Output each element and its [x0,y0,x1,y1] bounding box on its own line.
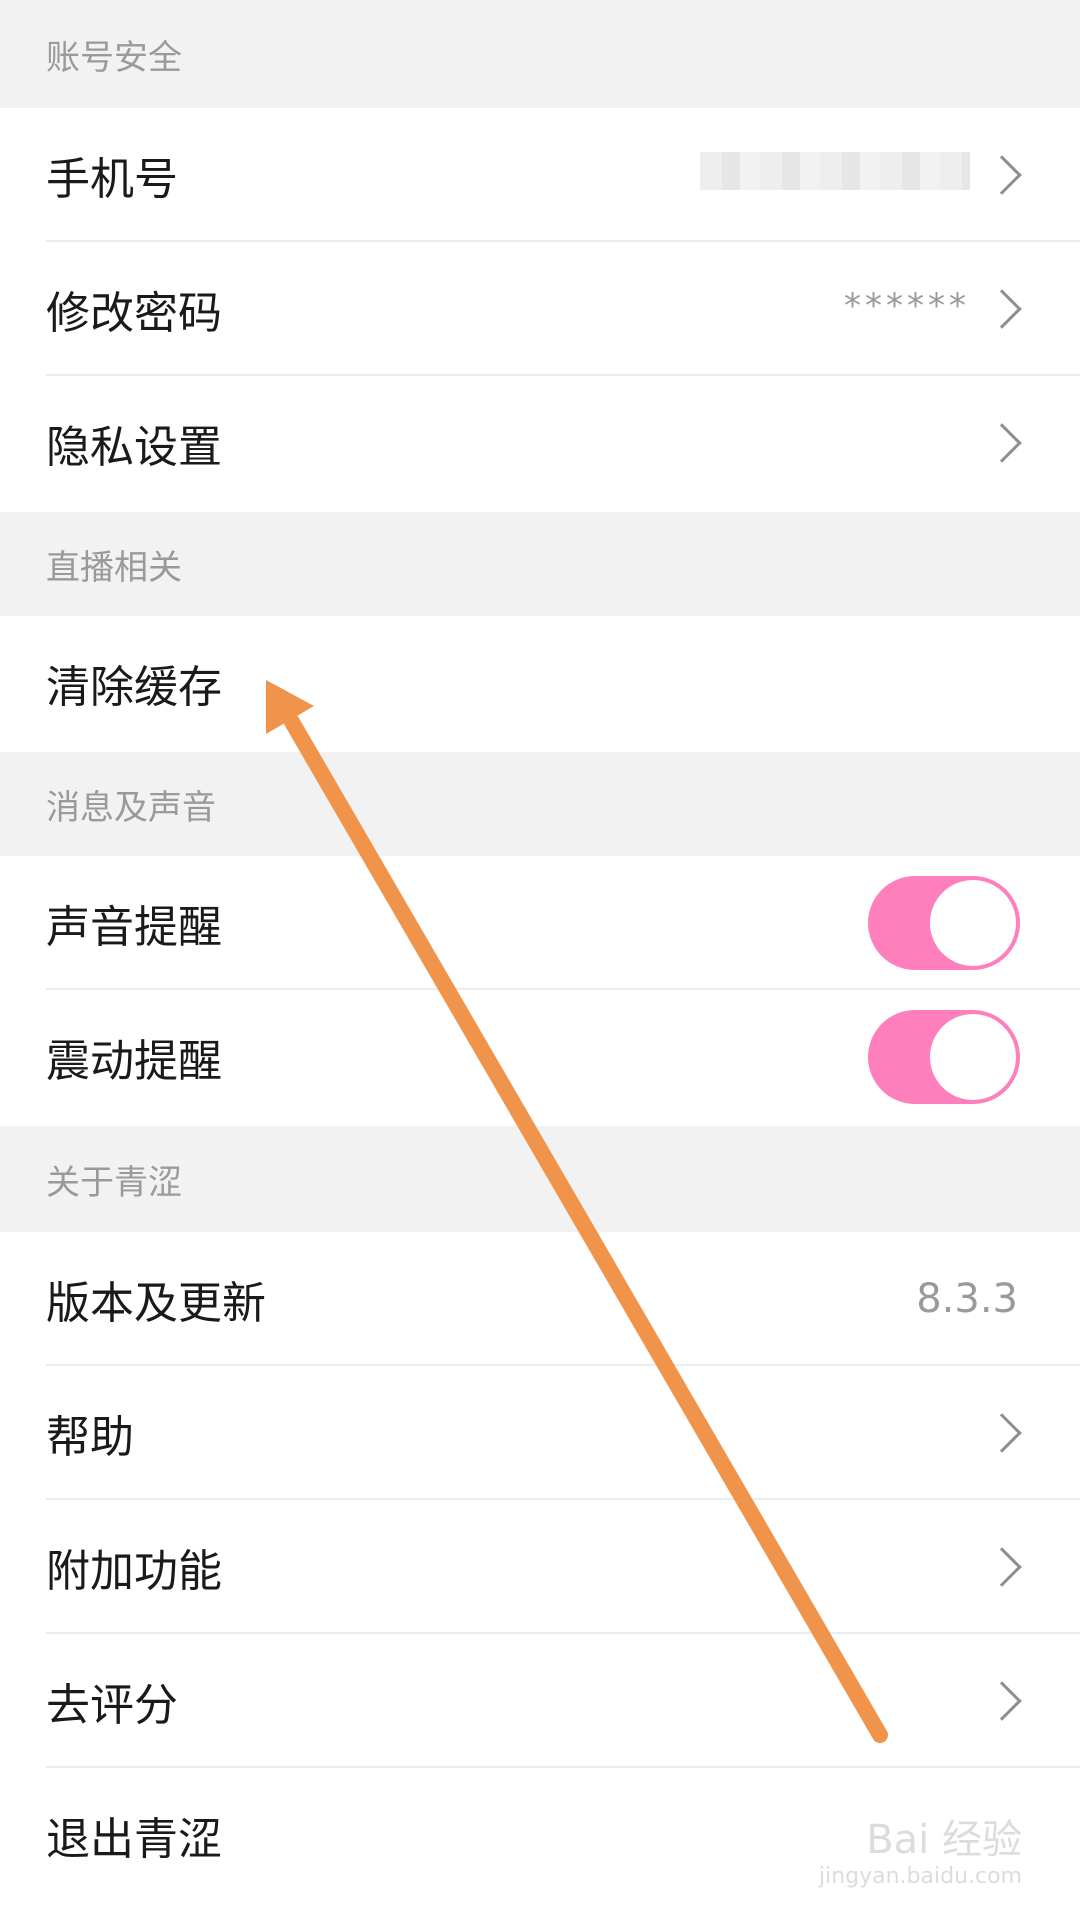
vibrate-toggle[interactable] [868,1010,1020,1104]
chevron-right-icon [982,155,1022,195]
section-title: 直播相关 [46,547,182,588]
version-number: 8.3.3 [916,1276,1018,1322]
section-header-live: 直播相关 [0,512,1080,616]
blurred-phone-number [700,152,970,190]
row-clear-cache[interactable]: 清除缓存 [0,616,1080,750]
row-phone[interactable]: 手机号 [0,108,1080,242]
watermark-main: Bai 经验 [866,1817,1022,1863]
row-sound-reminder: 声音提醒 [0,856,1080,990]
row-rate-app[interactable]: 去评分 [0,1634,1080,1768]
row-label: 修改密码 [46,288,222,339]
chevron-right-icon [982,423,1022,463]
section-header-account: 账号安全 [0,0,1080,108]
row-label: 帮助 [46,1412,134,1463]
row-label: 去评分 [46,1680,178,1731]
row-label: 声音提醒 [46,902,222,953]
chevron-right-icon [982,1681,1022,1721]
row-privacy-settings[interactable]: 隐私设置 [0,376,1080,510]
row-label: 震动提醒 [46,1036,222,1087]
row-vibrate-reminder: 震动提醒 [0,990,1080,1124]
section-title: 消息及声音 [46,787,216,828]
toggle-knob [930,880,1016,966]
row-change-password[interactable]: 修改密码 ****** [0,242,1080,376]
chevron-right-icon [982,1547,1022,1587]
baidu-watermark: Bai 经验 jingyan.baidu.com [802,1820,1022,1888]
chevron-right-icon [982,1413,1022,1453]
watermark-sub: jingyan.baidu.com [818,1864,1022,1889]
row-version-update[interactable]: 版本及更新 8.3.3 [0,1232,1080,1366]
section-header-about: 关于青涩 [0,1126,1080,1232]
row-label: 附加功能 [46,1546,222,1597]
chevron-right-icon [982,289,1022,329]
section-title: 账号安全 [46,37,182,78]
toggle-knob [930,1014,1016,1100]
section-header-messages: 消息及声音 [0,752,1080,856]
row-label: 手机号 [46,154,178,205]
row-extra-features[interactable]: 附加功能 [0,1500,1080,1634]
row-label: 清除缓存 [46,662,222,713]
section-title: 关于青涩 [46,1162,182,1203]
row-label: 隐私设置 [46,422,222,473]
row-label: 版本及更新 [46,1278,266,1329]
password-mask: ****** [844,286,970,326]
row-help[interactable]: 帮助 [0,1366,1080,1500]
sound-toggle[interactable] [868,876,1020,970]
row-label: 退出青涩 [46,1814,222,1865]
